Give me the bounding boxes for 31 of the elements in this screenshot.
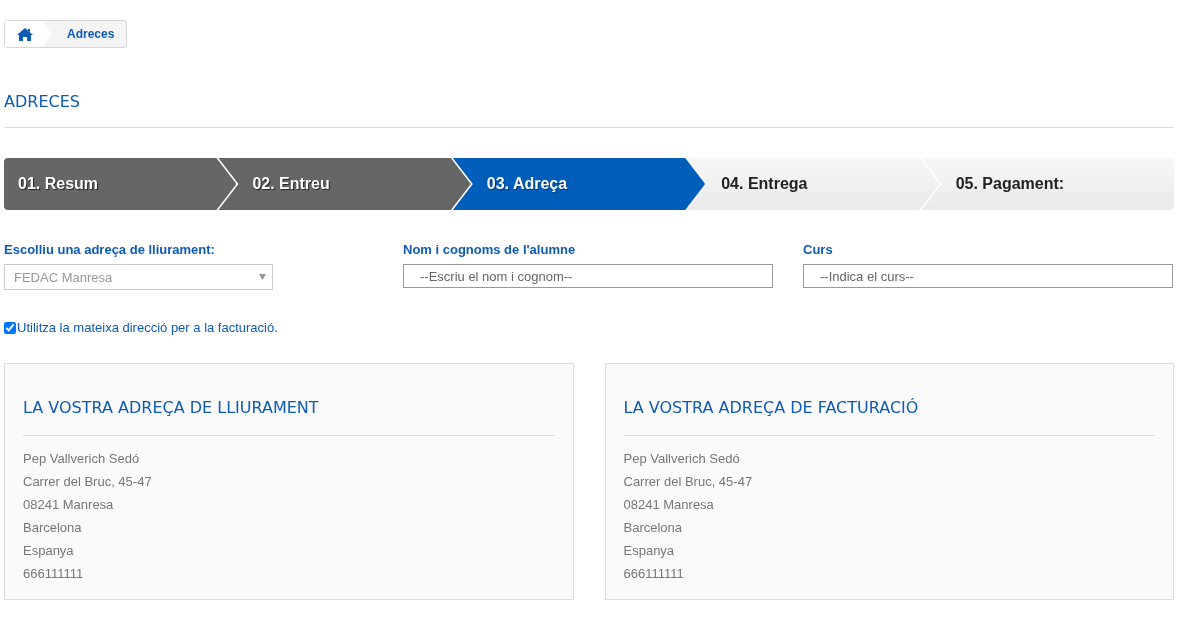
checkout-step[interactable]: 03. Adreça — [452, 158, 706, 210]
address-line: Barcelona — [23, 519, 83, 537]
checkout-step[interactable]: 01. Resum — [4, 158, 237, 210]
input-field[interactable]: --Escriu el nom i cognom-- — [403, 264, 773, 288]
home-link[interactable] — [5, 21, 51, 47]
address-line: 08241 Manresa — [23, 496, 115, 514]
card-title: LA VOSTRA ADREÇA DE LLIURAMENT — [23, 398, 555, 436]
checkout-step[interactable]: 05. Pagament: — [921, 158, 1175, 210]
address-line: Barcelona — [623, 519, 684, 537]
checkbox-label: Utilitza la mateixa direcció per a la facturació. — [17, 320, 278, 335]
field-label: Escolliu una adreça de lliurament: — [4, 242, 216, 257]
billing-checkbox[interactable] — [4, 321, 16, 334]
address-line: Carrer del Bruc, 45-47 — [623, 473, 754, 491]
address-line: Espanya — [623, 542, 676, 560]
card-title: LA VOSTRA ADREÇA DE FACTURACIÓ — [623, 398, 1155, 436]
caret-icon — [259, 274, 266, 280]
address-line: 666111111 — [623, 565, 685, 583]
input-field[interactable]: --Indica el curs-- — [803, 264, 1173, 288]
page-title: ADRECES — [4, 92, 1174, 128]
address-line: Pep Vallverich Sedó — [623, 450, 741, 468]
address-line: Pep Vallverich Sedó — [23, 450, 141, 468]
checkout-step[interactable]: 02. Entreu — [218, 158, 471, 210]
address-line: Carrer del Bruc, 45-47 — [23, 473, 153, 491]
address-line: Espanya — [23, 542, 75, 560]
home-icon — [17, 27, 33, 41]
checkout-step[interactable]: 04. Entrega — [687, 158, 940, 210]
field-label: Curs — [803, 242, 834, 257]
address-line: 08241 Manresa — [623, 496, 715, 514]
breadcrumb-link[interactable]: Adreces — [51, 21, 127, 47]
address-line: 666111111 — [23, 565, 85, 583]
field-label: Nom i cognoms de l'alumne — [403, 242, 577, 257]
